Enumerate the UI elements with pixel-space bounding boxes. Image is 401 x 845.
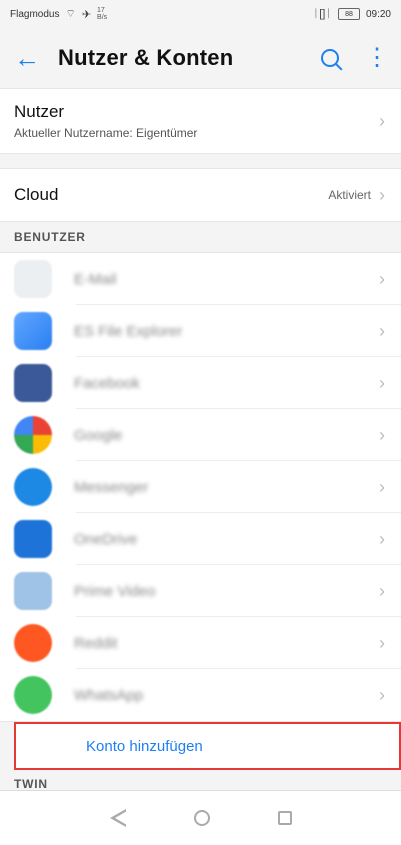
user-main: Nutzer Aktueller Nutzername: Eigentümer (14, 102, 197, 140)
list-item-email[interactable]: E-Mail › (0, 253, 401, 305)
chevron-right-icon: › (379, 424, 385, 445)
account-name: Reddit (74, 634, 118, 652)
system-nav-bar (0, 790, 401, 845)
chevron-right-icon: › (379, 268, 385, 289)
account-left: Google (14, 416, 122, 454)
spacer (0, 154, 401, 168)
list-item-prime-video[interactable]: Prime Video › (0, 565, 401, 617)
chevron-right-icon: › (379, 528, 385, 549)
account-name: E-Mail (74, 270, 117, 288)
account-name: Messenger (74, 478, 149, 496)
cloud-title: Cloud (14, 185, 59, 204)
account-left: Messenger (14, 468, 148, 506)
chevron-right-icon: › (379, 632, 385, 653)
more-options-icon[interactable]: ⋮ (365, 46, 389, 70)
page-title: Nutzer & Konten (58, 45, 234, 70)
user-card: Nutzer Aktueller Nutzername: Eigentümer … (0, 88, 401, 154)
app-bar-left: ← Nutzer & Konten (14, 45, 233, 71)
account-name: Prime Video (74, 582, 156, 600)
home-icon[interactable] (193, 810, 210, 826)
account-left: ES File Explorer (14, 312, 182, 350)
app-bar-actions: ⋮ (321, 46, 389, 70)
cloud-card: Cloud Aktiviert › (0, 168, 401, 222)
file-explorer-icon (14, 312, 52, 350)
signal-icon: ᛁ[]ᛁ (312, 8, 332, 20)
carrier-label: Flagmodus (10, 8, 60, 20)
wifi-icon: ⌔ (65, 8, 76, 20)
account-name: Facebook (74, 374, 140, 392)
chevron-right-icon: › (379, 110, 385, 131)
account-left: E-Mail (14, 260, 117, 298)
prime-video-icon (14, 572, 52, 610)
airplane-icon: ✈ (81, 8, 92, 21)
status-bar: Flagmodus ⌔ ✈ 17 B/s ᛁ[]ᛁ 88 09:20 (0, 0, 401, 28)
chevron-right-icon: › (379, 184, 385, 205)
add-account-button[interactable]: Konto hinzufügen (14, 722, 401, 770)
user-title: Nutzer (14, 102, 65, 121)
account-left: Reddit (14, 624, 117, 662)
account-left: Facebook (14, 364, 140, 402)
list-item-messenger[interactable]: Messenger › (0, 461, 401, 513)
back-arrow-icon[interactable]: ← (14, 45, 40, 71)
list-item-facebook[interactable]: Facebook › (0, 357, 401, 409)
account-name: WhatsApp (74, 686, 144, 704)
account-name: ES File Explorer (74, 322, 183, 340)
time-label: 09:20 (365, 8, 391, 20)
account-list: E-Mail › ES File Explorer › Facebook › G… (0, 252, 401, 722)
back-icon[interactable] (109, 809, 127, 827)
chevron-right-icon: › (379, 320, 385, 341)
network-speed: 17 B/s (97, 7, 108, 21)
chevron-right-icon: › (379, 372, 385, 393)
list-item-es-file-explorer[interactable]: ES File Explorer › (0, 305, 401, 357)
reddit-icon (14, 624, 52, 662)
google-icon (14, 416, 52, 454)
chevron-right-icon: › (379, 684, 385, 705)
account-left: WhatsApp (14, 676, 143, 714)
onedrive-icon (14, 520, 52, 558)
messenger-icon (14, 468, 52, 506)
account-name: Google (74, 426, 123, 444)
list-item-reddit[interactable]: Reddit › (0, 617, 401, 669)
battery-icon: 88 (337, 8, 360, 20)
account-left: Prime Video (14, 572, 155, 610)
user-row[interactable]: Nutzer Aktueller Nutzername: Eigentümer … (0, 89, 401, 153)
cloud-status: Aktiviert (328, 188, 371, 202)
cloud-row[interactable]: Cloud Aktiviert › (0, 169, 401, 221)
cloud-status-wrap: Aktiviert › (328, 185, 385, 206)
facebook-icon (14, 364, 52, 402)
recent-apps-icon[interactable] (277, 811, 292, 825)
account-name: OneDrive (74, 530, 138, 548)
search-icon[interactable] (321, 49, 339, 67)
account-left: OneDrive (14, 520, 137, 558)
chevron-right-icon: › (379, 476, 385, 497)
add-account-label: Konto hinzufügen (86, 737, 203, 755)
user-subtitle: Aktueller Nutzername: Eigentümer (14, 126, 198, 140)
status-right: ᛁ[]ᛁ 88 09:20 (313, 8, 391, 20)
benutzer-section-header: BENUTZER (0, 222, 401, 252)
status-left: Flagmodus ⌔ ✈ 17 B/s (10, 7, 107, 21)
list-item-onedrive[interactable]: OneDrive › (0, 513, 401, 565)
list-item-google[interactable]: Google › (0, 409, 401, 461)
list-item-whatsapp[interactable]: WhatsApp › (0, 669, 401, 721)
app-bar: ← Nutzer & Konten ⋮ (0, 28, 401, 88)
whatsapp-icon (14, 676, 52, 714)
chevron-right-icon: › (379, 580, 385, 601)
email-app-icon (14, 260, 52, 298)
